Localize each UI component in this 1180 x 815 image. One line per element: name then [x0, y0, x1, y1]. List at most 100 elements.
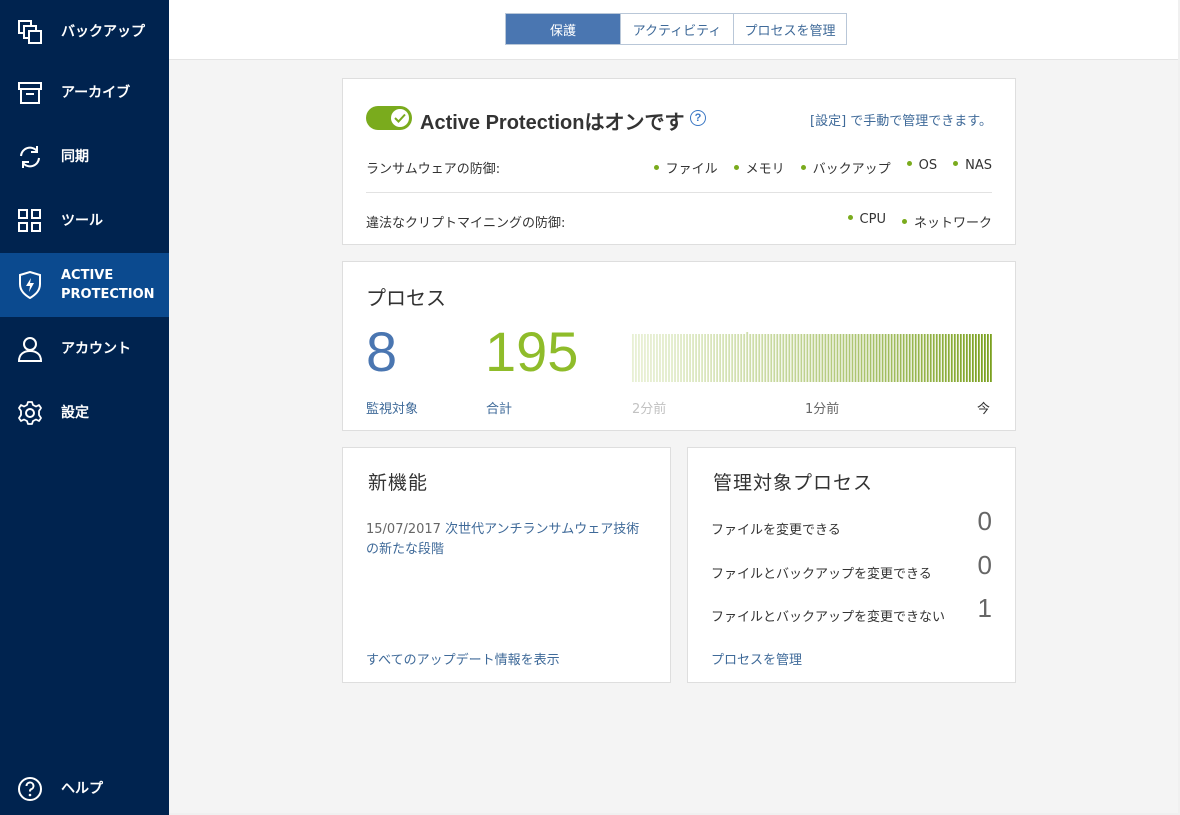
activity-bar [836, 334, 839, 382]
activity-bar [725, 334, 728, 382]
activity-bar [974, 334, 977, 382]
activity-bar [632, 334, 634, 382]
sidebar-item-label: 同期 [61, 148, 89, 165]
tab-protection[interactable]: 保護 [506, 14, 620, 44]
managed-row-value: 1 [977, 593, 992, 623]
activity-bar [701, 334, 703, 382]
managed-row-value: 0 [977, 550, 992, 580]
activity-bar [764, 334, 767, 382]
question-icon[interactable]: ? [690, 110, 706, 126]
activity-bar [767, 334, 770, 382]
total-label[interactable]: 合計 [486, 398, 512, 417]
time-label-1min: 1分前 [805, 402, 840, 417]
ransomware-items: ファイル メモリ バックアップ OS NAS [654, 158, 992, 177]
sidebar-item-active-protection[interactable]: ACTIVE PROTECTION [0, 253, 169, 317]
activity-bar [779, 334, 782, 382]
activity-bar [653, 334, 655, 382]
sidebar-item-label: ツール [61, 212, 103, 229]
sidebar-item-sync[interactable]: 同期 [0, 125, 169, 189]
activity-bar [785, 334, 788, 382]
activity-bar [884, 334, 887, 382]
activity-bar [650, 334, 652, 382]
sidebar-item-help[interactable]: ヘルプ [0, 757, 169, 815]
sidebar-item-settings[interactable]: 設定 [0, 381, 169, 445]
sidebar-item-archive[interactable]: アーカイブ [0, 61, 169, 125]
activity-bar [866, 334, 869, 382]
sidebar-item-tools[interactable]: ツール [0, 189, 169, 253]
activity-bar [902, 334, 905, 382]
activity-bar [719, 334, 722, 382]
shield-icon [17, 271, 43, 299]
activity-histogram [632, 332, 992, 382]
activity-bar [677, 334, 679, 382]
activity-bar [659, 334, 661, 382]
activity-bar [911, 334, 914, 382]
activity-bar [950, 334, 953, 382]
sidebar-item-account[interactable]: アカウント [0, 317, 169, 381]
managed-row-value: 0 [977, 506, 992, 536]
managed-processes-card: 管理対象プロセス ファイルを変更できる 0 ファイルとバックアップを変更できる … [687, 447, 1016, 683]
activity-bar [758, 334, 761, 382]
whats-new-title: 新機能 [368, 472, 429, 494]
activity-bar [908, 334, 911, 382]
activity-bar [800, 334, 803, 382]
managed-row-label: ファイルを変更できる [711, 523, 841, 538]
activity-bar [806, 334, 809, 382]
activity-bar [710, 334, 713, 382]
activity-bar [740, 334, 743, 382]
activity-bar [776, 334, 779, 382]
activity-bar [947, 334, 950, 382]
manage-processes-link[interactable]: プロセスを管理 [711, 649, 802, 668]
activity-bar [977, 334, 980, 382]
activity-bar [983, 334, 986, 382]
activity-bar [953, 334, 956, 382]
tab-manage-processes[interactable]: プロセスを管理 [733, 14, 846, 44]
ransomware-item: NAS [953, 158, 992, 177]
news-item[interactable]: 15/07/2017 次世代アンチランサムウェア技術の新たな段階 [366, 520, 649, 560]
activity-bar [986, 334, 989, 382]
protection-status-card: Active Protectionはオンです ? [設定] で手動で管理できます… [342, 78, 1016, 245]
monitored-label[interactable]: 監視対象 [366, 398, 418, 417]
sidebar-item-label: ACTIVE PROTECTION [61, 268, 155, 302]
sidebar-item-backup[interactable]: バックアップ [0, 0, 169, 64]
activity-bar [848, 334, 851, 382]
gear-icon [17, 400, 43, 426]
activity-bar [845, 334, 848, 382]
monitored-count: 8 [366, 320, 398, 383]
activity-bar [743, 334, 746, 382]
activity-bar [680, 334, 682, 382]
activity-bar [674, 334, 676, 382]
activity-bar [638, 334, 640, 382]
activity-bar [749, 334, 752, 382]
settings-link[interactable]: [設定] で手動で管理できます。 [810, 110, 992, 129]
activity-bar [881, 334, 884, 382]
process-card: プロセス 8 監視対象 195 合計 2分前 1分前 今 [342, 261, 1016, 431]
activity-bar [851, 334, 854, 382]
sidebar-item-label: 設定 [61, 404, 89, 421]
activity-bar [686, 334, 688, 382]
sidebar-help-label: ヘルプ [61, 780, 103, 797]
activity-bar [761, 334, 764, 382]
activity-bar [683, 334, 685, 382]
tab-activity[interactable]: アクティビティ [620, 14, 733, 44]
divider [366, 192, 992, 193]
activity-bar [833, 334, 836, 382]
activity-bar [923, 334, 926, 382]
protection-toggle[interactable] [366, 106, 412, 130]
activity-bar [989, 334, 992, 382]
activity-bar [713, 334, 716, 382]
total-count: 195 [485, 320, 579, 383]
activity-bar [635, 334, 637, 382]
activity-bar [956, 334, 959, 382]
activity-bar [794, 334, 797, 382]
activity-bar [728, 334, 731, 382]
activity-bar [941, 334, 944, 382]
activity-bar [896, 334, 899, 382]
all-updates-link[interactable]: すべてのアップデート情報を表示 [366, 649, 560, 668]
top-bar: 保護 アクティビティ プロセスを管理 [169, 0, 1178, 60]
activity-bar [932, 334, 935, 382]
backup-icon [17, 19, 43, 45]
activity-bar [905, 334, 908, 382]
sidebar-item-label: アーカイブ [61, 84, 131, 101]
process-title: プロセス [366, 286, 446, 310]
